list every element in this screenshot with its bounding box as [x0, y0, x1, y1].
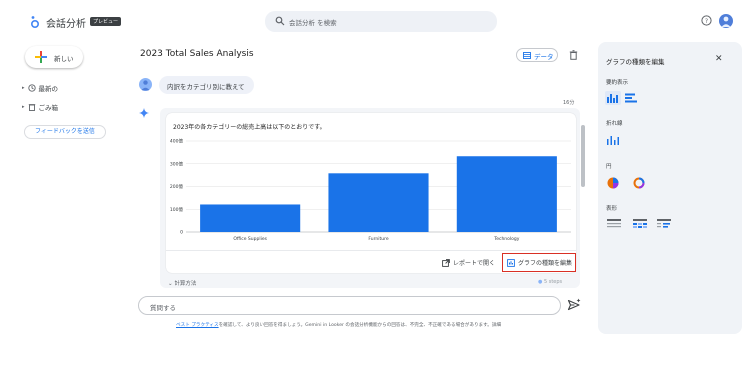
delete-conversation-icon[interactable] [569, 50, 578, 60]
x-tick-label: Furniture [368, 236, 388, 242]
y-tick-label: 100億 [170, 206, 184, 213]
user-avatar [139, 78, 152, 91]
account-avatar[interactable] [719, 14, 733, 28]
option-bar-chart[interactable] [623, 91, 639, 105]
new-conversation-button[interactable]: 新しい [25, 46, 83, 68]
x-tick-label: Technology [493, 236, 520, 242]
scrollbar-thumb[interactable] [581, 125, 585, 187]
person-icon [141, 80, 150, 91]
sidebar-item-label: 最新の [38, 85, 59, 93]
prompt-box[interactable]: 質問する [138, 296, 561, 315]
line-chart-icon [607, 136, 619, 145]
disclaimer-text: を確認して、より良い回答を得ましょう。Gemini in Looker の会話分… [218, 323, 502, 328]
chevron-down-icon: ⌄ [168, 281, 173, 287]
open-in-report-label: レポートで開く [453, 260, 496, 267]
bar-table-icon [657, 219, 671, 228]
new-button-label: 新しい [54, 55, 74, 63]
message-timestamp: 16分 [563, 100, 575, 106]
plus-icon [35, 51, 47, 63]
sidebar-item-recent[interactable]: ▸ 最新の [22, 82, 58, 94]
donut-chart-icon [633, 177, 645, 189]
user-message: 内訳をカテゴリ別に教えて [159, 76, 254, 94]
chart-bar [456, 156, 557, 232]
calculation-label: 計算方法 [174, 281, 197, 287]
option-pie-chart[interactable] [605, 175, 621, 189]
gemini-dot-icon: ● [538, 279, 543, 285]
bar-chart: 0 100億 200億 300億 400億 Office Supplies Furnitur… [170, 138, 571, 242]
calculation-steps: ● 5 steps [538, 279, 562, 285]
section-label-table: 表形 [606, 206, 618, 212]
pie-chart-icon [607, 177, 619, 189]
user-message-text: 内訳をカテゴリ別に教えて [167, 83, 245, 91]
person-icon [721, 16, 731, 27]
logo-icon [30, 16, 40, 29]
option-donut-chart[interactable] [631, 175, 647, 189]
calculation-steps-label: 5 steps [543, 279, 563, 285]
option-heatmap-table[interactable] [631, 217, 647, 231]
caret-right-icon: ▸ [22, 85, 25, 91]
close-icon[interactable]: ✕ [715, 55, 723, 64]
clock-icon [27, 84, 36, 92]
disclaimer: ベスト プラクティスを確認して、より良い回答を得ましょう。Gemini in L… [176, 322, 501, 328]
chart-type-panel: グラフの種類を編集 ✕ 要約表示 折れ線 円 表形 [598, 42, 742, 334]
y-tick-label: 300億 [170, 160, 184, 167]
external-link-icon [442, 258, 450, 267]
trash-icon [28, 104, 35, 111]
bar-chart-icon [625, 93, 637, 103]
option-line-chart[interactable] [605, 133, 621, 147]
chart-bar [328, 173, 429, 232]
data-button[interactable]: データ [516, 48, 558, 62]
conversation-title: 2023 Total Sales Analysis [140, 49, 254, 59]
option-table[interactable] [605, 217, 621, 231]
chart-settings-icon [507, 258, 515, 267]
section-label-pie: 円 [606, 164, 612, 170]
top-bar: 会話分析 プレビュー 会話分析 を検索 ? [0, 0, 754, 42]
x-tick-label: Office Supplies [233, 236, 267, 242]
y-tick-label: 400億 [170, 138, 184, 145]
gemini-sparkle-icon [139, 108, 149, 118]
table-icon [607, 219, 621, 228]
y-tick-label: 0 [180, 230, 183, 236]
option-bar-table[interactable] [655, 217, 671, 231]
best-practices-link[interactable]: ベスト プラクティス [176, 323, 219, 328]
search-bar[interactable]: 会話分析 を検索 [265, 11, 497, 32]
table-icon [523, 52, 531, 59]
divider [166, 250, 576, 251]
sidebar-item-trash[interactable]: ▸ ごみ箱 [22, 101, 58, 113]
column-chart-icon [607, 94, 618, 103]
section-label-line: 折れ線 [606, 121, 623, 127]
send-icon[interactable] [567, 298, 581, 312]
open-in-report-button[interactable]: レポートで開く [442, 258, 495, 267]
app-title: 会話分析 [46, 19, 86, 30]
help-icon[interactable]: ? [701, 15, 712, 26]
search-icon [275, 16, 285, 26]
feedback-button[interactable]: フィードバックを送信 [24, 125, 106, 139]
edit-chart-type-button[interactable]: グラフの種類を編集 [502, 253, 576, 272]
option-column-chart[interactable] [605, 91, 621, 105]
heatmap-table-icon [633, 219, 647, 228]
caret-right-icon: ▸ [22, 104, 25, 110]
edit-chart-type-label: グラフの種類を編集 [518, 260, 573, 267]
chart-bar [200, 204, 301, 232]
data-button-label: データ [534, 53, 554, 61]
y-tick-label: 200億 [170, 183, 184, 190]
calculation-toggle[interactable]: ⌄ 計算方法 [168, 279, 196, 287]
svg-text:?: ? [705, 18, 708, 25]
response-card: 2023年の各カテゴリーの総売上高は以下のとおりです。 0 100億 200億 300… [166, 113, 576, 273]
sidebar-item-label: ごみ箱 [38, 104, 59, 112]
search-input[interactable]: 会話分析 を検索 [289, 17, 337, 27]
prompt-input[interactable]: 質問する [150, 302, 176, 312]
preview-badge: プレビュー [90, 17, 122, 26]
response-text: 2023年の各カテゴリーの総売上高は以下のとおりです。 [173, 124, 326, 131]
panel-title: グラフの種類を編集 [606, 58, 665, 66]
section-label-summary: 要約表示 [606, 80, 629, 86]
